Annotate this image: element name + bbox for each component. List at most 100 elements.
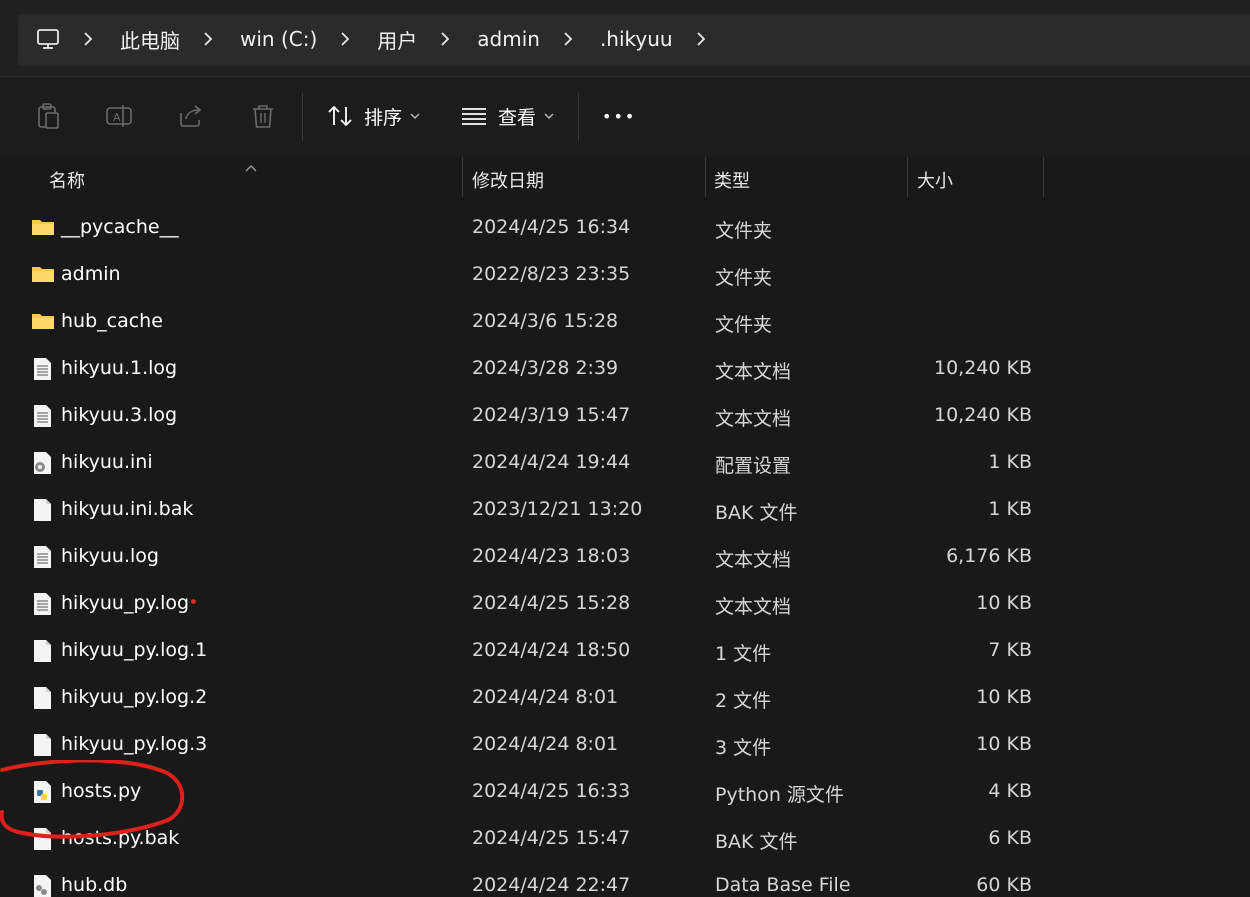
column-name-header[interactable]: 名称 <box>49 167 85 193</box>
file-row[interactable]: hikyuu.log 2024/4/23 18:03 文本文档 6,176 KB <box>0 533 1250 580</box>
file-name: hikyuu_py.log.1 <box>61 639 208 661</box>
file-row[interactable]: admin 2022/8/23 23:35 文件夹 <box>0 251 1250 298</box>
file-size: 6,176 KB <box>946 545 1032 567</box>
python-file-icon <box>31 780 53 803</box>
chevron-right-icon[interactable] <box>339 31 351 47</box>
rename-icon[interactable]: A <box>104 101 134 131</box>
this-pc-icon[interactable] <box>36 27 60 51</box>
sort-ascending-icon <box>244 157 258 176</box>
settings-file-icon <box>31 451 53 474</box>
file-size: 10 KB <box>976 592 1032 614</box>
file-name: hub.db <box>61 874 128 896</box>
address-bar: 此电脑 win (C:) 用户 admin .hikyuu <box>0 0 1250 76</box>
chevron-right-icon[interactable] <box>202 31 214 47</box>
column-date-header[interactable]: 修改日期 <box>472 167 544 193</box>
blank-file-icon <box>31 498 53 521</box>
chevron-right-icon[interactable] <box>439 31 451 47</box>
column-divider[interactable] <box>705 157 706 197</box>
file-type: 文本文档 <box>715 408 792 430</box>
column-divider[interactable] <box>462 157 463 197</box>
file-name: hosts.py <box>61 780 142 802</box>
file-type: 文本文档 <box>715 596 792 618</box>
chevron-right-icon[interactable] <box>82 31 94 47</box>
breadcrumb-users[interactable]: 用户 <box>377 25 417 54</box>
file-type: 1 文件 <box>715 643 772 665</box>
file-row[interactable]: hub_cache 2024/3/6 15:28 文件夹 <box>0 298 1250 345</box>
file-size: 10 KB <box>976 686 1032 708</box>
file-row[interactable]: hub.db 2024/4/24 22:47 Data Base File 60… <box>0 862 1250 897</box>
toolbar-divider <box>302 93 303 141</box>
file-size: 7 KB <box>988 639 1032 661</box>
file-date: 2024/4/24 8:01 <box>472 733 619 755</box>
file-type: Python 源文件 <box>715 784 844 806</box>
chevron-right-icon[interactable] <box>562 31 574 47</box>
file-row[interactable]: hikyuu_py.log 2024/4/25 15:28 文本文档 10 KB <box>0 580 1250 627</box>
red-dot-marker <box>191 599 197 604</box>
more-options-icon: ••• <box>602 106 637 126</box>
file-date: 2024/4/23 18:03 <box>472 545 631 567</box>
file-type: 文件夹 <box>715 314 773 336</box>
delete-icon[interactable] <box>248 101 278 131</box>
file-type: 文本文档 <box>715 361 792 383</box>
file-row[interactable]: hosts.py.bak 2024/4/25 15:47 BAK 文件 6 KB <box>0 815 1250 862</box>
file-type: 3 文件 <box>715 737 772 759</box>
file-row[interactable]: __pycache__ 2024/4/25 16:34 文件夹 <box>0 204 1250 251</box>
file-size: 60 KB <box>976 874 1032 896</box>
breadcrumb-hikyuu[interactable]: .hikyuu <box>600 27 673 51</box>
file-date: 2023/12/21 13:20 <box>472 498 643 520</box>
file-size: 6 KB <box>988 827 1032 849</box>
blank-file-icon <box>31 827 53 850</box>
file-name: hikyuu.1.log <box>61 357 178 379</box>
sort-arrows-icon <box>326 103 354 129</box>
column-size-header[interactable]: 大小 <box>917 167 953 193</box>
file-type: 文本文档 <box>715 549 792 571</box>
column-divider[interactable] <box>1043 157 1044 197</box>
breadcrumb-drive-c[interactable]: win (C:) <box>240 27 317 51</box>
file-row[interactable]: hikyuu.3.log 2024/3/19 15:47 文本文档 10,240… <box>0 392 1250 439</box>
more-options-button[interactable]: ••• <box>602 99 636 133</box>
file-row[interactable]: hikyuu.ini 2024/4/24 19:44 配置设置 1 KB <box>0 439 1250 486</box>
column-divider[interactable] <box>907 157 908 197</box>
file-size: 10,240 KB <box>933 404 1032 426</box>
text-file-icon <box>31 357 53 380</box>
paste-icon[interactable] <box>33 101 63 131</box>
file-type: Data Base File <box>715 874 851 896</box>
file-name: hikyuu.ini <box>61 451 153 473</box>
file-name: hikyuu_py.log.2 <box>61 686 208 708</box>
breadcrumb-this-pc[interactable]: 此电脑 <box>120 25 180 54</box>
text-file-icon <box>31 592 53 615</box>
file-size: 10,240 KB <box>933 357 1032 379</box>
view-button[interactable]: 查看 <box>460 99 554 133</box>
file-date: 2024/4/24 19:44 <box>472 451 631 473</box>
file-date: 2024/3/6 15:28 <box>472 310 619 332</box>
column-type-header[interactable]: 类型 <box>714 167 750 193</box>
chevron-right-icon[interactable] <box>695 31 707 47</box>
file-row[interactable]: hikyuu.1.log 2024/3/28 2:39 文本文档 10,240 … <box>0 345 1250 392</box>
folder-icon <box>31 310 54 332</box>
file-type: BAK 文件 <box>715 831 798 853</box>
file-date: 2024/4/25 16:34 <box>472 216 631 238</box>
blank-file-icon <box>31 686 53 709</box>
column-header: 名称 修改日期 类型 大小 <box>0 157 1250 197</box>
file-row[interactable]: hikyuu_py.log.1 2024/4/24 18:50 1 文件 7 K… <box>0 627 1250 674</box>
chevron-down-icon <box>544 112 554 120</box>
file-row[interactable]: hikyuu.ini.bak 2023/12/21 13:20 BAK 文件 1… <box>0 486 1250 533</box>
breadcrumb-admin[interactable]: admin <box>477 27 540 51</box>
file-date: 2024/3/28 2:39 <box>472 357 619 379</box>
sort-button[interactable]: 排序 <box>326 99 420 133</box>
file-date: 2024/4/24 22:47 <box>472 874 631 896</box>
file-name: hikyuu.ini.bak <box>61 498 194 520</box>
file-type: BAK 文件 <box>715 502 798 524</box>
file-date: 2024/4/25 16:33 <box>472 780 631 802</box>
file-type: 配置设置 <box>715 455 792 477</box>
file-type: 2 文件 <box>715 690 772 712</box>
file-name: hub_cache <box>61 310 163 332</box>
file-row[interactable]: hosts.py 2024/4/25 16:33 Python 源文件 4 KB <box>0 768 1250 815</box>
file-row[interactable]: hikyuu_py.log.2 2024/4/24 8:01 2 文件 10 K… <box>0 674 1250 721</box>
share-icon[interactable] <box>176 101 206 131</box>
file-name: hosts.py.bak <box>61 827 180 849</box>
file-date: 2024/4/24 8:01 <box>472 686 619 708</box>
file-type: 文件夹 <box>715 267 773 289</box>
file-row[interactable]: hikyuu_py.log.3 2024/4/24 8:01 3 文件 10 K… <box>0 721 1250 768</box>
sort-label: 排序 <box>364 106 403 129</box>
